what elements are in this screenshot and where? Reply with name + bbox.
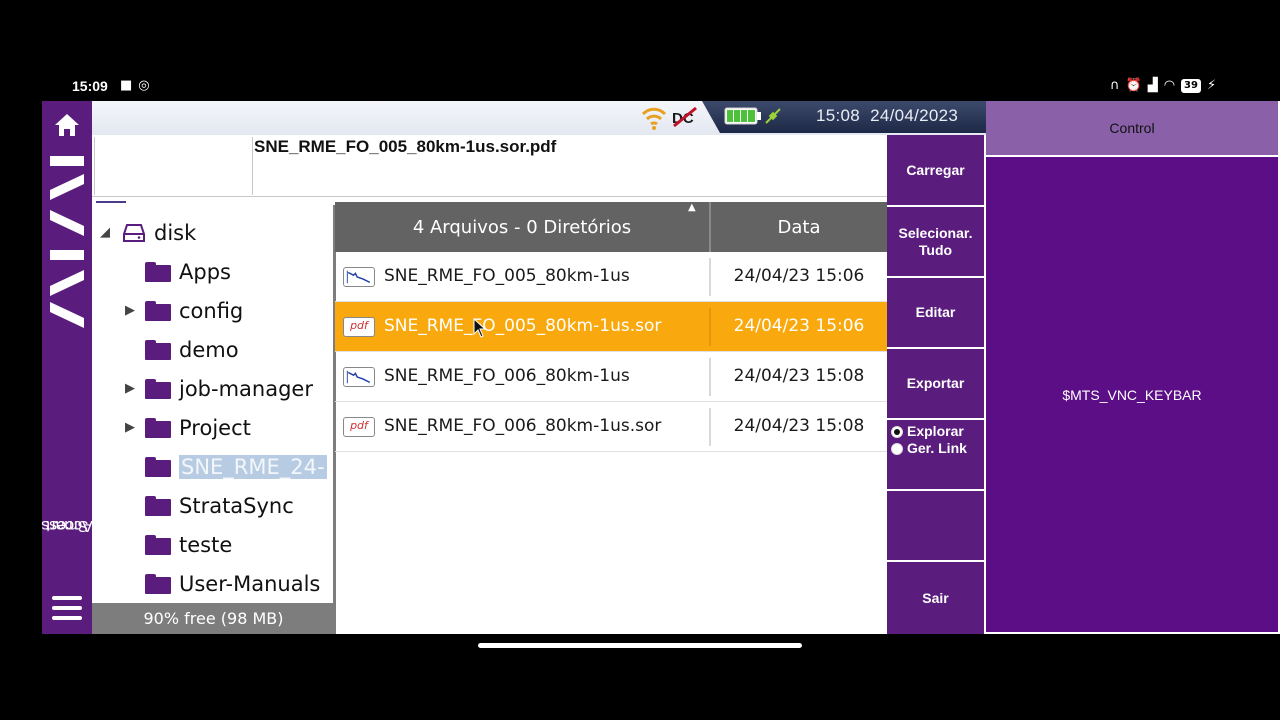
radio-unselected-icon[interactable]	[891, 442, 903, 455]
control-panel-title: Control	[986, 101, 1278, 155]
empty-softkey[interactable]	[887, 491, 984, 560]
tree-label: config	[179, 298, 244, 323]
file-row-selected[interactable]: pdf SNE_RME_FO_005_80km-1us.sor 24/04/23…	[335, 302, 887, 352]
mode-selector: Explorar Ger. Link	[887, 420, 984, 489]
trace-file-icon	[343, 367, 375, 387]
file-date: 24/04/23 15:06	[733, 266, 865, 286]
column-header-date[interactable]: Data	[711, 202, 887, 252]
tree-item-project[interactable]: ▶ Project	[125, 408, 251, 447]
folder-icon	[145, 456, 171, 477]
folder-icon	[145, 339, 171, 360]
file-row[interactable]: pdf SNE_RME_FO_006_80km-1us.sor 24/04/23…	[335, 402, 887, 452]
viavi-logo	[50, 156, 84, 328]
file-name: SNE_RME_FO_006_80km-1us.sor	[384, 416, 662, 436]
home-icon	[55, 114, 79, 136]
mode-link-option[interactable]: Ger. Link	[891, 440, 967, 457]
free-space-indicator: 90% free (98 MB)	[92, 603, 335, 634]
video-icon: ■	[120, 78, 133, 93]
alarm-icon: ⏰	[1125, 78, 1142, 93]
sync-icon: ◎	[138, 78, 150, 93]
folder-icon	[145, 417, 171, 438]
headset-icon: ∩	[1110, 78, 1120, 93]
folder-icon	[145, 300, 171, 321]
file-date: 24/04/23 15:06	[733, 316, 865, 336]
edit-button[interactable]: Editar	[887, 278, 984, 347]
radio-selected-icon[interactable]	[891, 425, 903, 438]
tree-item-stratasync[interactable]: StrataSync	[145, 486, 294, 525]
mode-explore-label: Explorar	[907, 423, 964, 439]
folder-icon	[145, 573, 171, 594]
pdf-file-icon: pdf	[343, 317, 375, 337]
file-name: SNE_RME_FO_005_80km-1us	[384, 266, 630, 286]
menu-button[interactable]	[42, 582, 92, 634]
charging-icon: ⚡	[1206, 78, 1217, 93]
folder-icon	[145, 495, 171, 516]
file-date: 24/04/23 15:08	[733, 366, 865, 386]
wifi-icon	[641, 107, 667, 130]
collapse-arrow-icon[interactable]: ◢	[100, 225, 116, 240]
home-button[interactable]	[42, 101, 92, 149]
vnc-keybar-panel[interactable]: $MTS_VNC_KEYBAR	[986, 157, 1278, 632]
phone-status-right: ∩ ⏰ ▟ ◠ 39 ⚡	[1110, 78, 1216, 93]
dc-power-icon: DC	[672, 106, 697, 128]
folder-tree[interactable]: ◢ disk Apps ▶ config demo ▶ job-manager …	[92, 205, 333, 603]
tree-label-selected: SNE_RME_24-	[179, 454, 327, 479]
tree-label: Project	[179, 415, 251, 440]
file-row[interactable]: SNE_RME_FO_005_80km-1us 24/04/23 15:06	[335, 252, 887, 302]
header-border	[94, 137, 95, 195]
expand-arrow-icon[interactable]: ▶	[125, 420, 141, 435]
battery-icon	[724, 107, 761, 125]
folder-icon	[145, 378, 171, 399]
column-header-files[interactable]: 4 Arquivos - 0 Diretórios	[335, 202, 709, 252]
smart-access-label: Smart Access	[41, 470, 93, 580]
tree-tab-marker	[96, 201, 126, 203]
phone-status-left: ■ ◎	[120, 78, 150, 93]
tree-label: demo	[179, 337, 239, 362]
battery-icon: 39	[1181, 78, 1201, 93]
mode-link-label: Ger. Link	[907, 440, 967, 456]
gesture-home-indicator[interactable]	[478, 643, 802, 648]
tree-label: disk	[154, 220, 197, 245]
tree-item-user-manuals[interactable]: User-Manuals	[145, 564, 320, 603]
tree-root-disk[interactable]: ◢ disk	[100, 213, 196, 252]
folder-icon	[145, 261, 171, 282]
exit-button[interactable]: Sair	[887, 562, 984, 634]
expand-arrow-icon[interactable]: ▶	[125, 303, 141, 318]
file-name: SNE_RME_FO_006_80km-1us	[384, 366, 630, 386]
file-date: 24/04/23 15:08	[733, 416, 865, 436]
export-button[interactable]: Exportar	[887, 349, 984, 418]
selected-filename: SNE_RME_FO_005_80km-1us.sor.pdf	[254, 137, 557, 156]
tree-item-apps[interactable]: Apps	[145, 252, 231, 291]
tree-label: Apps	[179, 259, 231, 284]
tree-label: StrataSync	[179, 493, 294, 518]
pdf-file-icon: pdf	[343, 417, 375, 437]
tree-item-config[interactable]: ▶ config	[125, 291, 243, 330]
disk-icon	[123, 223, 145, 242]
tree-label: teste	[179, 532, 233, 557]
access-text: Access	[41, 517, 93, 534]
satellite-icon	[765, 108, 781, 124]
device-clock: 15:08 24/04/2023	[816, 106, 959, 125]
mode-explore-option[interactable]: Explorar	[891, 423, 964, 440]
tree-label: User-Manuals	[179, 571, 321, 596]
tree-label: job-manager	[179, 376, 313, 401]
load-button[interactable]: Carregar	[887, 135, 984, 205]
expand-arrow-icon[interactable]: ▶	[125, 381, 141, 396]
select-all-button[interactable]: Selecionar. Tudo	[887, 207, 984, 276]
tree-item-job-manager[interactable]: ▶ job-manager	[125, 369, 313, 408]
trace-file-icon	[343, 267, 375, 287]
tree-item-sne-rme[interactable]: SNE_RME_24-	[145, 447, 327, 486]
header-divider	[252, 137, 253, 195]
hamburger-icon	[52, 596, 82, 620]
file-row[interactable]: SNE_RME_FO_006_80km-1us 24/04/23 15:08	[335, 352, 887, 402]
tree-item-demo[interactable]: demo	[145, 330, 239, 369]
file-name: SNE_RME_FO_005_80km-1us.sor	[384, 316, 662, 336]
signal-icon: ▟	[1147, 78, 1158, 93]
phone-clock: 15:09	[72, 78, 108, 94]
folder-icon	[145, 534, 171, 555]
tree-item-teste[interactable]: teste	[145, 525, 232, 564]
sort-ascending-icon: ▲	[688, 202, 696, 213]
wifi-icon: ◠	[1163, 78, 1176, 93]
mouse-cursor-icon	[473, 318, 487, 338]
